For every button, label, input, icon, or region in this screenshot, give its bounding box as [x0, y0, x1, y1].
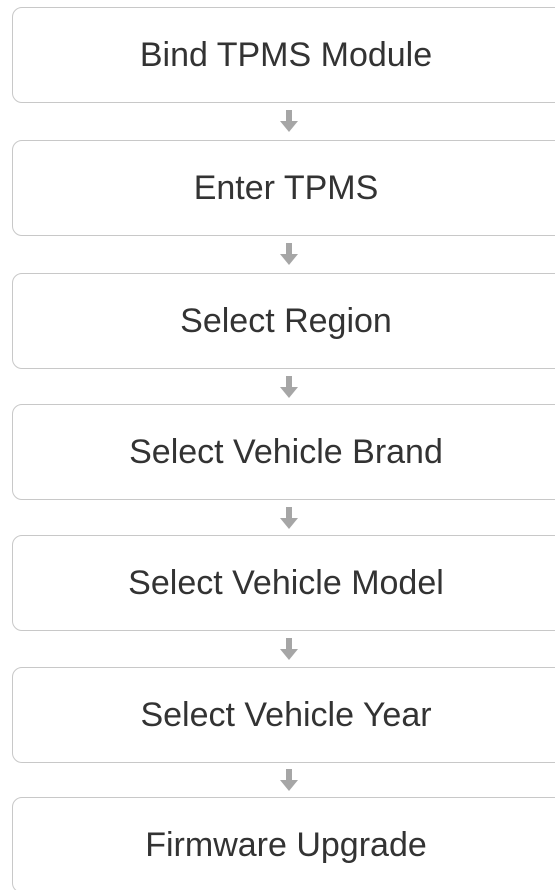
step-label: Select Vehicle Model: [128, 563, 444, 602]
step-select-vehicle-model: Select Vehicle Model: [12, 535, 555, 631]
step-select-vehicle-brand: Select Vehicle Brand: [12, 404, 555, 500]
flowchart: Bind TPMS Module Enter TPMS Select Regio…: [0, 0, 555, 890]
step-firmware-upgrade: Firmware Upgrade: [12, 797, 555, 890]
arrow-down-icon: [278, 242, 300, 266]
step-select-region: Select Region: [12, 273, 555, 369]
arrow-down-icon: [278, 637, 300, 661]
step-label: Select Vehicle Year: [140, 695, 432, 734]
arrow-down-icon: [278, 375, 300, 399]
step-label: Firmware Upgrade: [145, 825, 427, 864]
step-enter-tpms: Enter TPMS: [12, 140, 555, 236]
step-label: Select Vehicle Brand: [129, 432, 443, 471]
arrow-down-icon: [278, 506, 300, 530]
step-label: Select Region: [180, 301, 392, 340]
step-bind-tpms-module: Bind TPMS Module: [12, 7, 555, 103]
arrow-down-icon: [278, 109, 300, 133]
step-select-vehicle-year: Select Vehicle Year: [12, 667, 555, 763]
step-label: Enter TPMS: [193, 168, 379, 207]
arrow-down-icon: [278, 768, 300, 792]
step-label: Bind TPMS Module: [139, 35, 433, 74]
